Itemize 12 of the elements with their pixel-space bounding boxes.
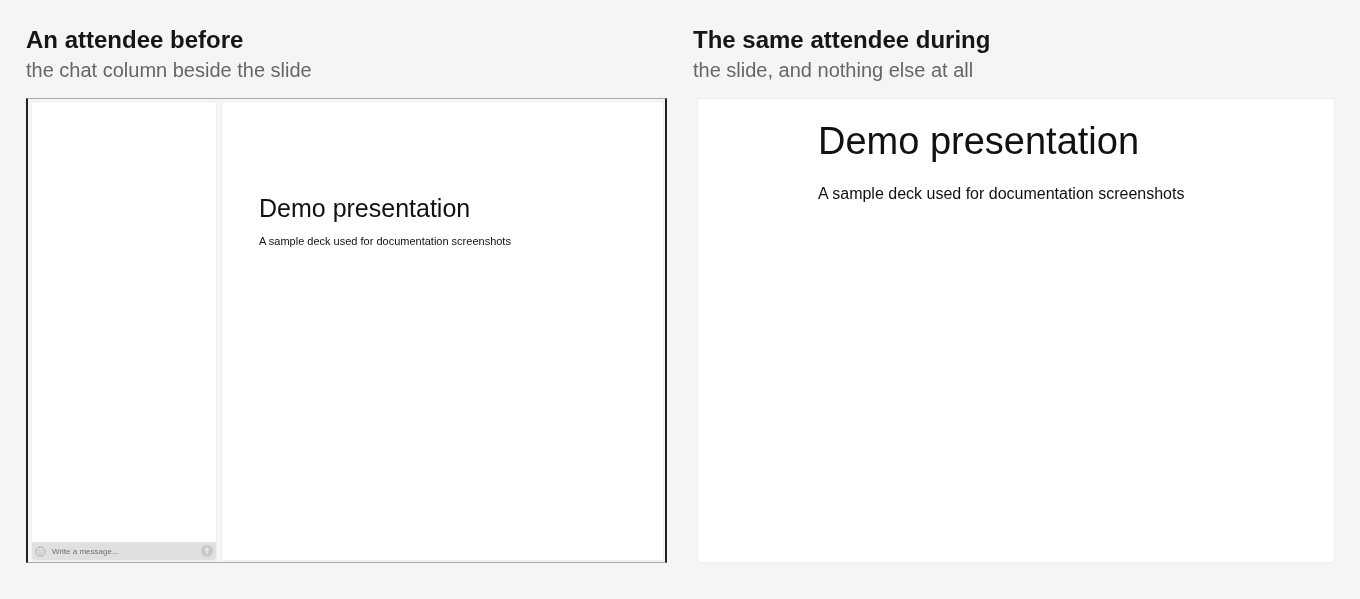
smiley-icon[interactable] [35, 545, 46, 557]
message-bar[interactable]: Write a message... [32, 542, 216, 560]
send-icon[interactable] [201, 545, 213, 557]
slide-title: Demo presentation [818, 119, 1141, 164]
slide-title: Demo presentation [259, 193, 472, 223]
slide-subtitle: A sample deck used for documentation screenshots [818, 184, 1186, 203]
slide-subtitle: A sample deck used for documentation screenshots [259, 235, 512, 247]
message-field[interactable]: Write a message... [52, 546, 195, 556]
panel-caption: the chat column beside the slide [26, 58, 313, 82]
panel-heading: The same attendee during [693, 26, 992, 54]
panel-heading: An attendee before [26, 26, 245, 54]
panel-caption: the slide, and nothing else at all [693, 58, 975, 82]
